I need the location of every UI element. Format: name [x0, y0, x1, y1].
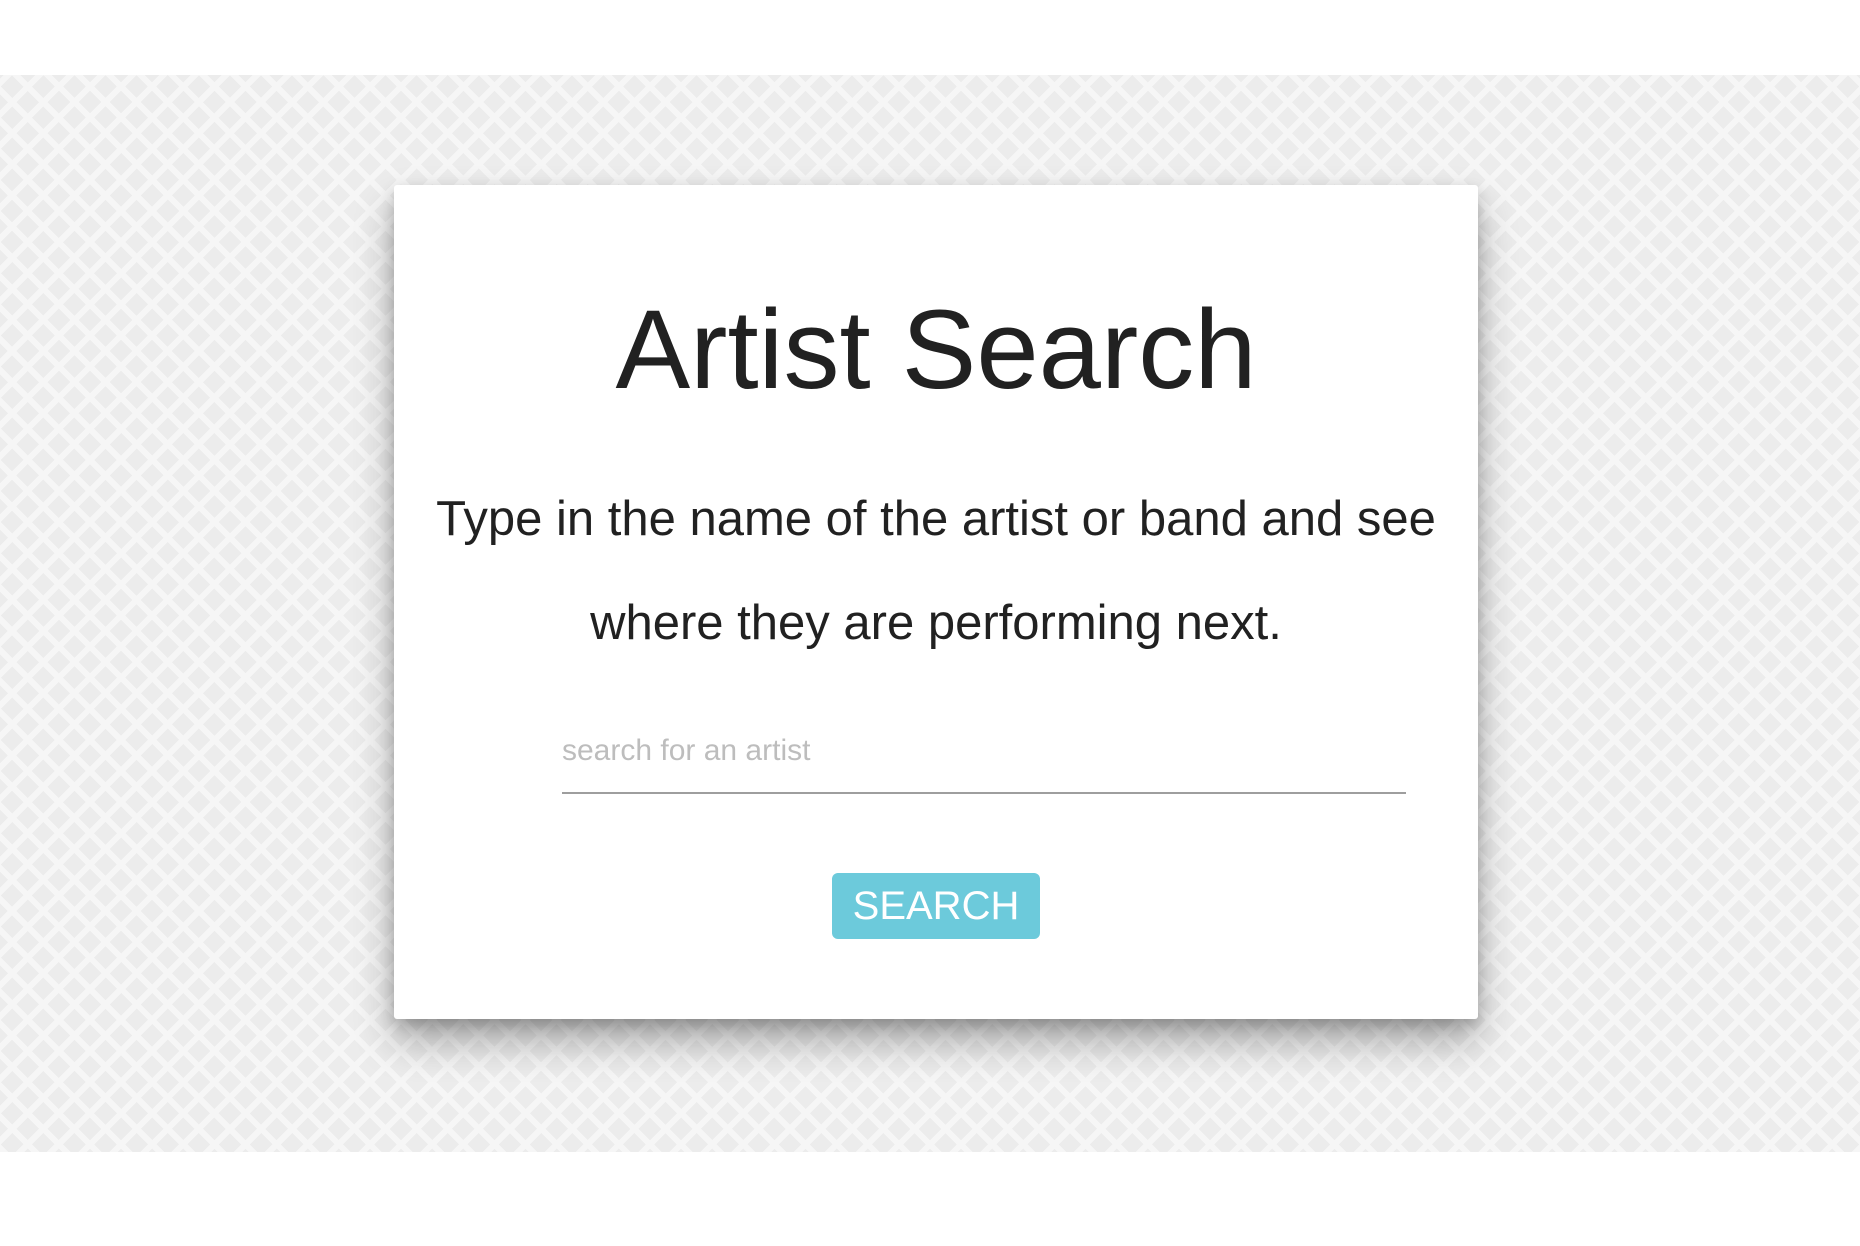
search-button[interactable]: SEARCH: [832, 873, 1040, 939]
page-subtitle: Type in the name of the artist or band a…: [436, 492, 1436, 650]
page: Artist Search Type in the name of the ar…: [0, 0, 1860, 1246]
page-title: Artist Search: [615, 287, 1257, 412]
search-input[interactable]: [562, 710, 1406, 794]
search-card: Artist Search Type in the name of the ar…: [394, 185, 1478, 1019]
search-field: [562, 710, 1406, 796]
